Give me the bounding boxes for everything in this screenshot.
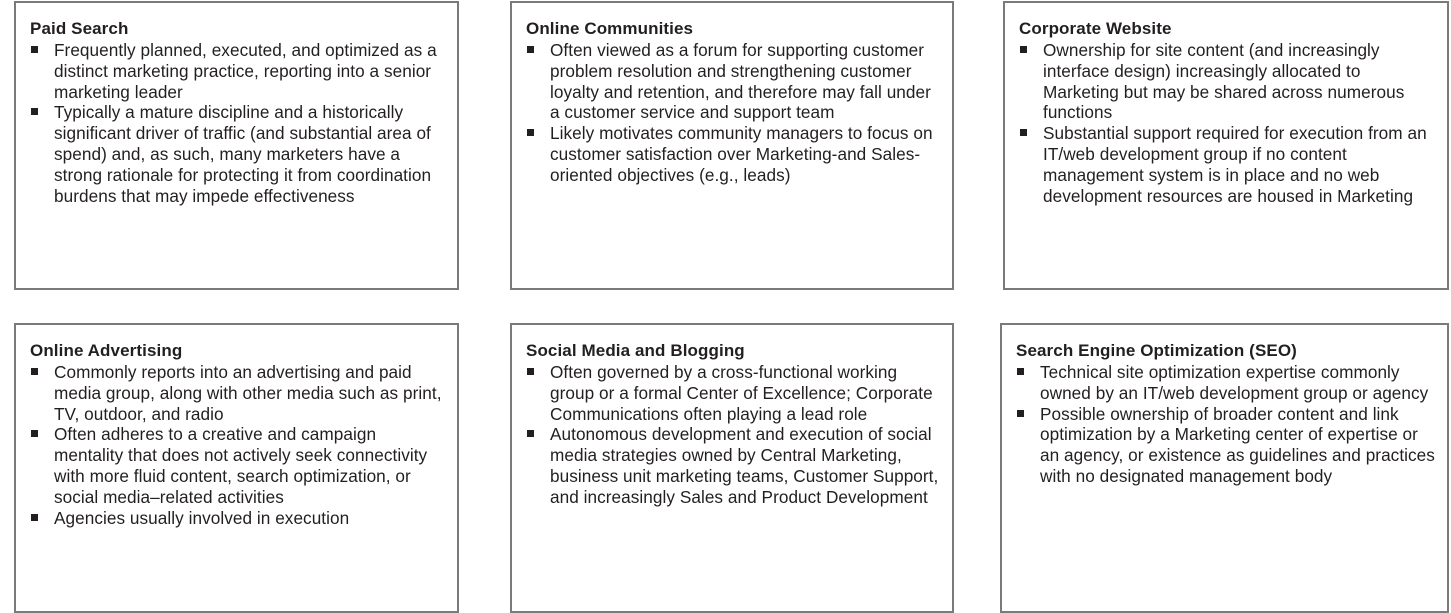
- square-bullet-icon: [527, 129, 534, 137]
- square-bullet-icon: [31, 513, 38, 521]
- card-corporate-website: Corporate Website Ownership for site con…: [1003, 1, 1449, 290]
- card-social-media-and-blogging: Social Media and Blogging Often governed…: [510, 323, 954, 613]
- bullet-item: Autonomous development and execution of …: [526, 424, 944, 507]
- bullet-item: Frequently planned, executed, and optimi…: [30, 40, 449, 102]
- bullet-text: Autonomous development and execution of …: [550, 424, 939, 507]
- bullet-item: Possible ownership of broader content an…: [1016, 404, 1439, 487]
- bullet-list: Frequently planned, executed, and optimi…: [30, 40, 449, 206]
- bullet-text: Often viewed as a forum for supporting c…: [550, 40, 931, 123]
- card-title: Social Media and Blogging: [526, 341, 745, 360]
- square-bullet-icon: [1020, 46, 1027, 53]
- bullet-item: Often adheres to a creative and campaign…: [30, 424, 449, 507]
- bullet-item: Often governed by a cross-functional wor…: [526, 362, 944, 424]
- bullet-item: Ownership for site content (and increasi…: [1019, 40, 1439, 123]
- bullet-list: Technical site optimization expertise co…: [1016, 362, 1439, 487]
- square-bullet-icon: [527, 46, 534, 53]
- bullet-list: Ownership for site content (and increasi…: [1019, 40, 1439, 206]
- card-title: Online Communities: [526, 19, 694, 38]
- card-title: Corporate Website: [1019, 19, 1172, 38]
- card-title: Paid Search: [30, 19, 129, 38]
- bullet-list: Often governed by a cross-functional wor…: [526, 362, 944, 508]
- bullet-item: Typically a mature discipline and a hist…: [30, 102, 449, 206]
- card-seo: Search Engine Optimization (SEO) Technic…: [1000, 323, 1449, 613]
- square-bullet-icon: [31, 46, 38, 53]
- bullet-item: Often viewed as a forum for supporting c…: [526, 40, 944, 123]
- card-online-advertising: Online Advertising Commonly reports into…: [14, 323, 459, 613]
- bullet-text: Substantial support required for executi…: [1043, 123, 1427, 206]
- bullet-item: Technical site optimization expertise co…: [1016, 362, 1439, 404]
- bullet-text: Technical site optimization expertise co…: [1040, 362, 1429, 403]
- bullet-list: Commonly reports into an advertising and…: [30, 362, 449, 528]
- card-title: Online Advertising: [30, 341, 183, 360]
- bullet-text: Often governed by a cross-functional wor…: [550, 362, 933, 424]
- bullet-item: Agencies usually involved in execution: [30, 508, 449, 529]
- card-online-communities: Online Communities Often viewed as a for…: [510, 1, 954, 290]
- square-bullet-icon: [1017, 409, 1024, 417]
- bullet-text: Agencies usually involved in execution: [54, 507, 350, 528]
- bullet-text: Typically a mature discipline and a hist…: [54, 102, 432, 206]
- square-bullet-icon: [1017, 368, 1024, 375]
- card-paid-search: Paid Search Frequently planned, executed…: [14, 1, 459, 290]
- bullet-text: Ownership for site content (and increasi…: [1043, 40, 1405, 123]
- square-bullet-icon: [527, 430, 534, 438]
- square-bullet-icon: [527, 368, 534, 375]
- square-bullet-icon: [31, 108, 38, 116]
- bullet-text: Frequently planned, executed, and optimi…: [54, 40, 437, 102]
- bullet-text: Commonly reports into an advertising and…: [54, 362, 442, 424]
- bullet-list: Often viewed as a forum for supporting c…: [526, 40, 944, 186]
- bullet-text: Likely motivates community managers to f…: [550, 123, 933, 185]
- bullet-item: Substantial support required for executi…: [1019, 123, 1439, 206]
- card-title: Search Engine Optimization (SEO): [1016, 341, 1297, 360]
- bullet-text: Often adheres to a creative and campaign…: [54, 424, 428, 507]
- bullet-text: Possible ownership of broader content an…: [1040, 403, 1435, 486]
- square-bullet-icon: [31, 368, 38, 375]
- bullet-item: Commonly reports into an advertising and…: [30, 362, 449, 424]
- square-bullet-icon: [1020, 129, 1027, 137]
- square-bullet-icon: [31, 430, 38, 438]
- bullet-item: Likely motivates community managers to f…: [526, 123, 944, 185]
